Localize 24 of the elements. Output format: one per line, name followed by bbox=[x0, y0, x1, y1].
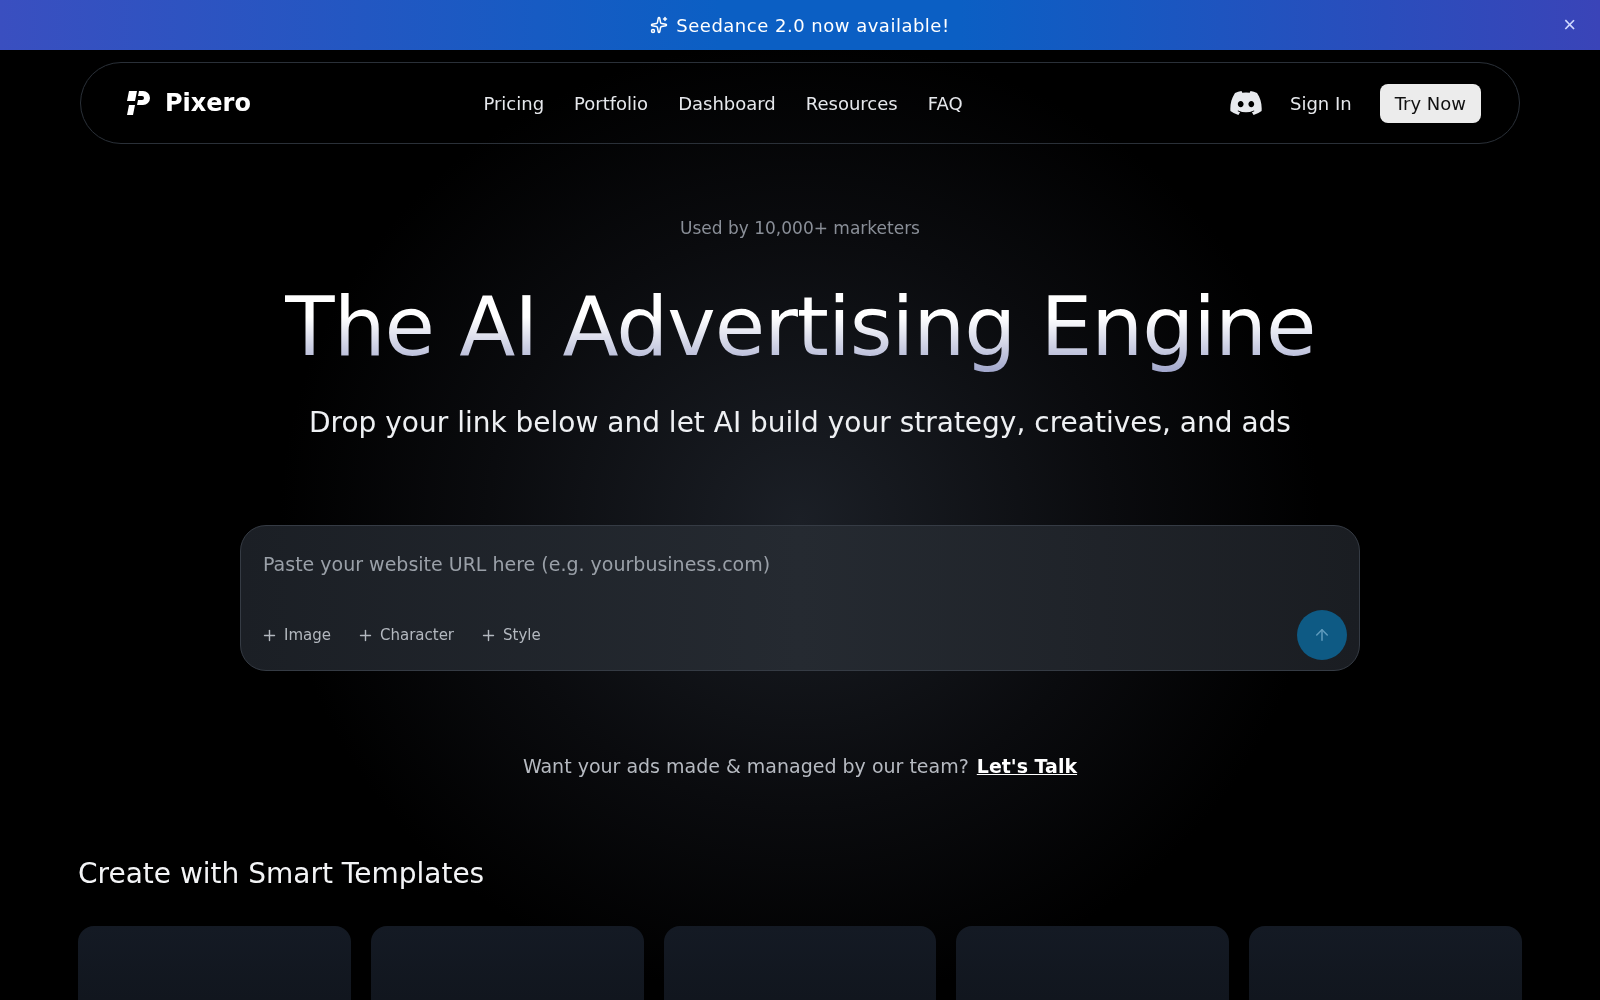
hero-eyebrow: Used by 10,000+ marketers bbox=[680, 218, 920, 238]
try-now-button[interactable]: Try Now bbox=[1379, 83, 1481, 123]
sparkle-icon bbox=[650, 16, 669, 34]
banner-text: Seedance 2.0 now available! bbox=[676, 14, 950, 36]
nav-link[interactable]: Dashboard bbox=[678, 92, 776, 114]
add-attachment-button[interactable]: Style bbox=[480, 626, 541, 645]
add-attachment-button[interactable]: Image bbox=[261, 626, 331, 645]
nav-link[interactable]: Portfolio bbox=[574, 92, 649, 114]
add-attachment-button[interactable]: Character bbox=[357, 626, 455, 645]
sign-in-link[interactable]: Sign In bbox=[1289, 92, 1352, 114]
nav-link[interactable]: Resources bbox=[805, 92, 898, 114]
hero-subtitle: Drop your link below and let AI build your strategy, creatives, and ads bbox=[309, 406, 1291, 440]
close-button[interactable]: × bbox=[1559, 13, 1580, 37]
nav-link[interactable]: Pricing bbox=[483, 92, 545, 114]
submit-button[interactable] bbox=[1297, 610, 1347, 661]
nav-link[interactable]: FAQ bbox=[927, 92, 963, 114]
section-title: Create with Smart Templates bbox=[78, 857, 486, 891]
url-input-field[interactable]: Paste your website URL here (e.g. yourbusiness.com) Image Character Style bbox=[240, 525, 1360, 672]
lets-talk-link[interactable]: Let's Talk bbox=[976, 755, 1078, 778]
logo-icon bbox=[125, 89, 153, 117]
brand-name: Pixero bbox=[165, 89, 251, 117]
discord-icon[interactable] bbox=[1229, 91, 1262, 115]
brand-link[interactable]: Pixero bbox=[125, 89, 445, 117]
contact-prompt: Want your ads made & managed by our team? Let's Talk bbox=[522, 755, 1078, 778]
